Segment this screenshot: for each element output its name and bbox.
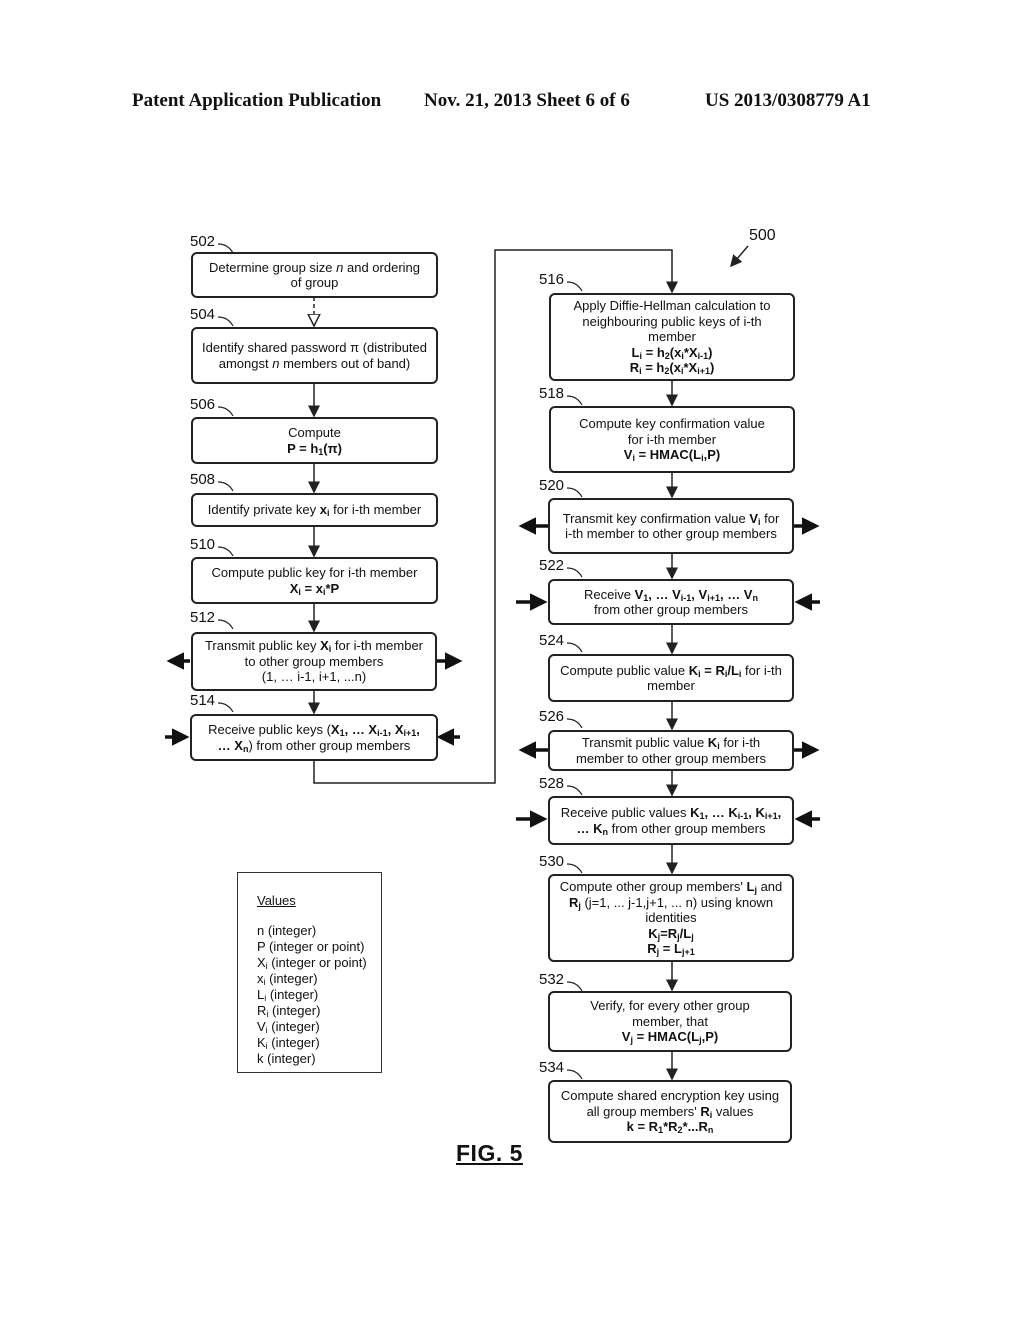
step-text-line: Compute public key for i-th member: [211, 565, 418, 580]
step-box-526: Transmit public value Ki for i-th member …: [548, 730, 794, 771]
step-text-line: Transmit public key Xi for i-th member: [204, 638, 424, 655]
step-box-524: Compute public value Ki = Ri/Li for i-th…: [548, 654, 794, 702]
legend-row: xi (integer): [257, 971, 318, 987]
ref-524: 524: [539, 632, 565, 649]
step-text-line: from other group members: [594, 602, 748, 617]
step-text-line: Ri = h2(xi*Xi+1): [629, 360, 715, 377]
step-box-510: Compute public key for i-th member Xi = x…: [191, 557, 438, 604]
ref-508: 508: [190, 471, 216, 488]
diagram-ref-arrow: [730, 245, 749, 268]
ref-504: 504: [190, 306, 216, 323]
legend-title: Values: [257, 893, 296, 908]
step-box-502: Determine group size n and ordering of gr…: [191, 252, 438, 298]
step-box-512: Transmit public key Xi for i-th member to…: [191, 632, 437, 691]
step-text-line: … Xn) from other group members: [217, 737, 411, 754]
step-text-line: amongst n members out of band): [218, 355, 411, 371]
ref-512: 512: [190, 609, 216, 626]
step-text-line: Vi = HMAC(Li,P): [623, 447, 721, 464]
ref-506: 506: [190, 396, 216, 413]
step-text-line: Identify private key xi for i-th member: [207, 502, 422, 519]
step-text-line: Compute public value Ki = Ri/Li for i-th: [560, 662, 782, 679]
ref-526: 526: [539, 708, 565, 725]
step-box-522: Receive V1, … Vi-1, Vi+1, … Vn from other…: [548, 579, 794, 625]
step-text-line: Compute key confirmation value: [579, 416, 765, 432]
step-text-line: of group: [290, 275, 339, 290]
step-text-line: Kj=Rj/Lj: [648, 925, 694, 942]
step-text-line: i-th member to other group members: [565, 526, 777, 541]
legend-row: Ki (integer): [257, 1035, 320, 1051]
step-text-line: for i-th member: [627, 431, 717, 447]
step-text-line: Receive public keys (X1, … Xi-1, Xi+1,: [208, 722, 420, 738]
ref-502: 502: [190, 233, 216, 250]
legend-row: Li (integer): [257, 987, 319, 1003]
step-text-line: Transmit public value Ki for i-th: [581, 735, 761, 751]
step-box-532: Verify, for every other group member, tha…: [548, 991, 792, 1052]
step-text-line: Apply Diffie-Hellman calculation to: [573, 298, 771, 314]
step-text-line: P = h1(π): [287, 440, 342, 457]
step-text-line: Receive public values K1, … Ki-1, Ki+1,: [560, 805, 782, 821]
step-text-line: member: [647, 678, 695, 693]
step-text-line: Rj (j=1, ... j-1,j+1, ... n) using known: [568, 894, 774, 911]
step-text-line: Vj = HMAC(Lj,P): [621, 1029, 719, 1046]
step-text-line: k = R1*R2*...Rn: [626, 1119, 714, 1136]
step-text-line: … Kn from other group members: [576, 820, 766, 837]
ref-518: 518: [539, 385, 565, 402]
step-text-line: all group members' Ri values: [586, 1103, 754, 1120]
step-box-516: Apply Diffie-Hellman calculation to neigh…: [549, 293, 795, 381]
step-text-line: Rj = Lj+1: [647, 941, 695, 958]
step-box-514: Receive public keys (X1, … Xi-1, Xi+1,… …: [190, 714, 438, 761]
ref-522: 522: [539, 557, 565, 574]
legend-row: n (integer): [257, 923, 317, 938]
step-box-534: Compute shared encryption key using all g…: [548, 1080, 792, 1143]
legend-row: k (integer): [257, 1051, 316, 1066]
step-text-line: neighbouring public keys of i-th: [582, 313, 762, 329]
step-text-line: (1, … i-1, i+1, ...n): [261, 669, 367, 685]
figure-label: FIG. 5: [456, 1140, 523, 1166]
ref-514: 514: [190, 692, 216, 709]
ref-510: 510: [190, 536, 216, 553]
step-text-line: to other group members: [244, 653, 384, 669]
step-text-line: Verify, for every other group: [590, 998, 750, 1014]
step-text-line: member, that: [632, 1013, 708, 1029]
step-box-518: Compute key confirmation value for i-th m…: [549, 406, 795, 473]
ref-532: 532: [539, 971, 565, 988]
step-text-line: member: [648, 329, 696, 345]
step-text-line: Compute: [288, 425, 341, 440]
step-text-line: Compute shared encryption key using: [560, 1088, 780, 1104]
step-box-520: Transmit key confirmation value Vi for i-…: [548, 498, 794, 554]
legend-rows: n (integer) P (integer or point) Xi (integ…: [257, 923, 381, 1067]
step-box-504: Identify shared password π (distributed a…: [191, 327, 438, 384]
step-text-line: member to other group members: [575, 750, 767, 766]
step-box-508: Identify private key xi for i-th member: [191, 493, 438, 527]
ref-534: 534: [539, 1059, 565, 1076]
ref-516: 516: [539, 271, 565, 288]
legend-row: Ri (integer): [257, 1003, 321, 1019]
ref-528: 528: [539, 775, 565, 792]
step-text-line: Transmit key confirmation value Vi for: [562, 510, 780, 527]
step-box-528: Receive public values K1, … Ki-1, Ki+1,……: [548, 796, 794, 845]
step-text-line: Li = h2(xi*Xi-1): [631, 344, 713, 361]
step-text-line: Compute other group members' Lj and: [559, 879, 783, 896]
step-box-506: Compute P = h1(π): [191, 417, 438, 464]
legend-row: Xi (integer or point): [257, 955, 367, 971]
diagram-reference-number: 500: [749, 227, 776, 244]
step-text-line: Identify shared password π (distributed: [201, 340, 428, 355]
ref-520: 520: [539, 477, 565, 494]
step-text-line: Xi = xi*P: [289, 580, 340, 597]
step-text-line: Receive V1, … Vi-1, Vi+1, … Vn: [584, 586, 758, 603]
legend-row: P (integer or point): [257, 939, 365, 954]
step-box-530: Compute other group members' Lj and Rj (j…: [548, 874, 794, 962]
step-text-line: Determine group size n and ordering: [208, 259, 421, 275]
ref-530: 530: [539, 853, 565, 870]
legend-row: Vi (integer): [257, 1019, 320, 1035]
flow-connectors: [165, 243, 820, 1081]
step-text-line: identities: [645, 910, 697, 926]
values-legend: Values n (integer) P (integer or point) Xi…: [237, 872, 382, 1073]
